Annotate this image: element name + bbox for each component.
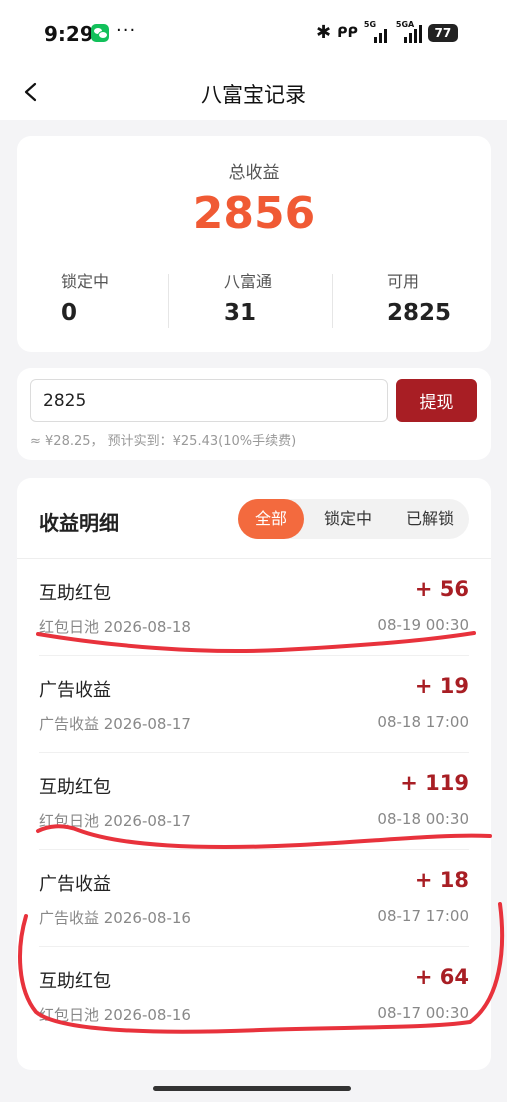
status-bar: 9:29 ··· ✱ ᑭᑭ 5G 5GA 77 — [0, 0, 507, 66]
record-time: 08-17 00:30 — [377, 1004, 469, 1022]
stat-value: 2825 — [387, 300, 452, 326]
earbuds-icon: ᑭᑭ — [337, 25, 358, 41]
status-icons: ✱ ᑭᑭ 5G 5GA 77 — [316, 20, 458, 44]
list-item[interactable]: 互助红包 + 64 红包日池 2026-08-16 08-17 00:30 — [17, 947, 491, 1044]
stat-value: 0 — [61, 300, 78, 326]
list-item[interactable]: 广告收益 + 18 广告收益 2026-08-16 08-17 17:00 — [17, 850, 491, 947]
signal-icon: 5G — [363, 20, 390, 43]
record-amount: + 64 — [414, 965, 469, 989]
stat-value: 31 — [224, 300, 257, 326]
record-source: 红包日池 2026-08-16 — [39, 1006, 191, 1024]
record-time: 08-18 17:00 — [377, 713, 469, 731]
filter-tabs: 全部 锁定中 已解锁 — [238, 499, 469, 539]
network-label-2: 5GA — [395, 20, 415, 29]
record-source: 广告收益 2026-08-16 — [39, 909, 191, 927]
record-amount: + 56 — [414, 577, 469, 601]
home-indicator — [153, 1086, 351, 1091]
record-time: 08-17 17:00 — [377, 907, 469, 925]
withdraw-button[interactable]: 提现 — [396, 379, 477, 422]
total-label: 总收益 — [228, 163, 280, 183]
record-title: 广告收益 — [39, 680, 111, 701]
bluetooth-icon: ✱ — [316, 22, 332, 43]
signal-icon-2: 5GA — [395, 20, 422, 43]
record-amount: + 119 — [400, 771, 469, 795]
stat-label: 可用 — [387, 272, 420, 291]
list-item[interactable]: 广告收益 + 19 广告收益 2026-08-17 08-18 17:00 — [17, 656, 491, 753]
battery-icon: 77 — [427, 24, 458, 42]
divider — [168, 274, 169, 328]
record-title: 广告收益 — [39, 874, 111, 895]
nav-bar: 八富宝记录 — [0, 66, 507, 120]
record-amount: + 18 — [414, 868, 469, 892]
stat-label: 锁定中 — [61, 272, 110, 291]
withdraw-note: ≈ ¥28.25， 预计实到：¥25.43(10%手续费) — [30, 434, 297, 449]
record-time: 08-18 00:30 — [377, 810, 469, 828]
stat-bafutong: 八富通 31 — [224, 268, 272, 326]
stat-available: 可用 2825 — [387, 268, 451, 326]
tab-all[interactable]: 全部 — [238, 499, 304, 539]
tab-locked[interactable]: 锁定中 — [310, 499, 386, 539]
record-title: 互助红包 — [39, 777, 111, 798]
summary-card: 总收益 2856 锁定中 0 八富通 31 可用 2825 — [17, 136, 491, 352]
detail-card: 收益明细 全部 锁定中 已解锁 互助红包 + 56 红包日池 2026-08-1… — [17, 478, 491, 1070]
record-amount: + 19 — [414, 674, 469, 698]
stats-row: 锁定中 0 八富通 31 可用 2825 — [17, 268, 491, 332]
record-time: 08-19 00:30 — [377, 616, 469, 634]
record-source: 红包日池 2026-08-18 — [39, 618, 191, 636]
wechat-icon — [91, 24, 109, 42]
network-label-1: 5G — [363, 20, 377, 29]
record-source: 红包日池 2026-08-17 — [39, 812, 191, 830]
detail-title: 收益明细 — [39, 511, 119, 535]
stat-locked: 锁定中 0 — [61, 268, 109, 326]
list-item[interactable]: 互助红包 + 56 红包日池 2026-08-18 08-19 00:30 — [17, 559, 491, 656]
page-title: 八富宝记录 — [201, 83, 306, 107]
total-value: 2856 — [192, 188, 316, 239]
more-dots: ··· — [116, 20, 137, 41]
record-title: 互助红包 — [39, 583, 111, 604]
tab-unlocked[interactable]: 已解锁 — [392, 499, 468, 539]
withdraw-amount-input[interactable] — [30, 379, 388, 422]
stat-label: 八富通 — [224, 272, 273, 291]
list-item[interactable]: 互助红包 + 119 红包日池 2026-08-17 08-18 00:30 — [17, 753, 491, 850]
record-source: 广告收益 2026-08-17 — [39, 715, 191, 733]
record-title: 互助红包 — [39, 971, 111, 992]
withdraw-card: 提现 ≈ ¥28.25， 预计实到：¥25.43(10%手续费) — [17, 368, 491, 460]
status-time: 9:29 — [44, 22, 94, 46]
divider — [332, 274, 333, 328]
